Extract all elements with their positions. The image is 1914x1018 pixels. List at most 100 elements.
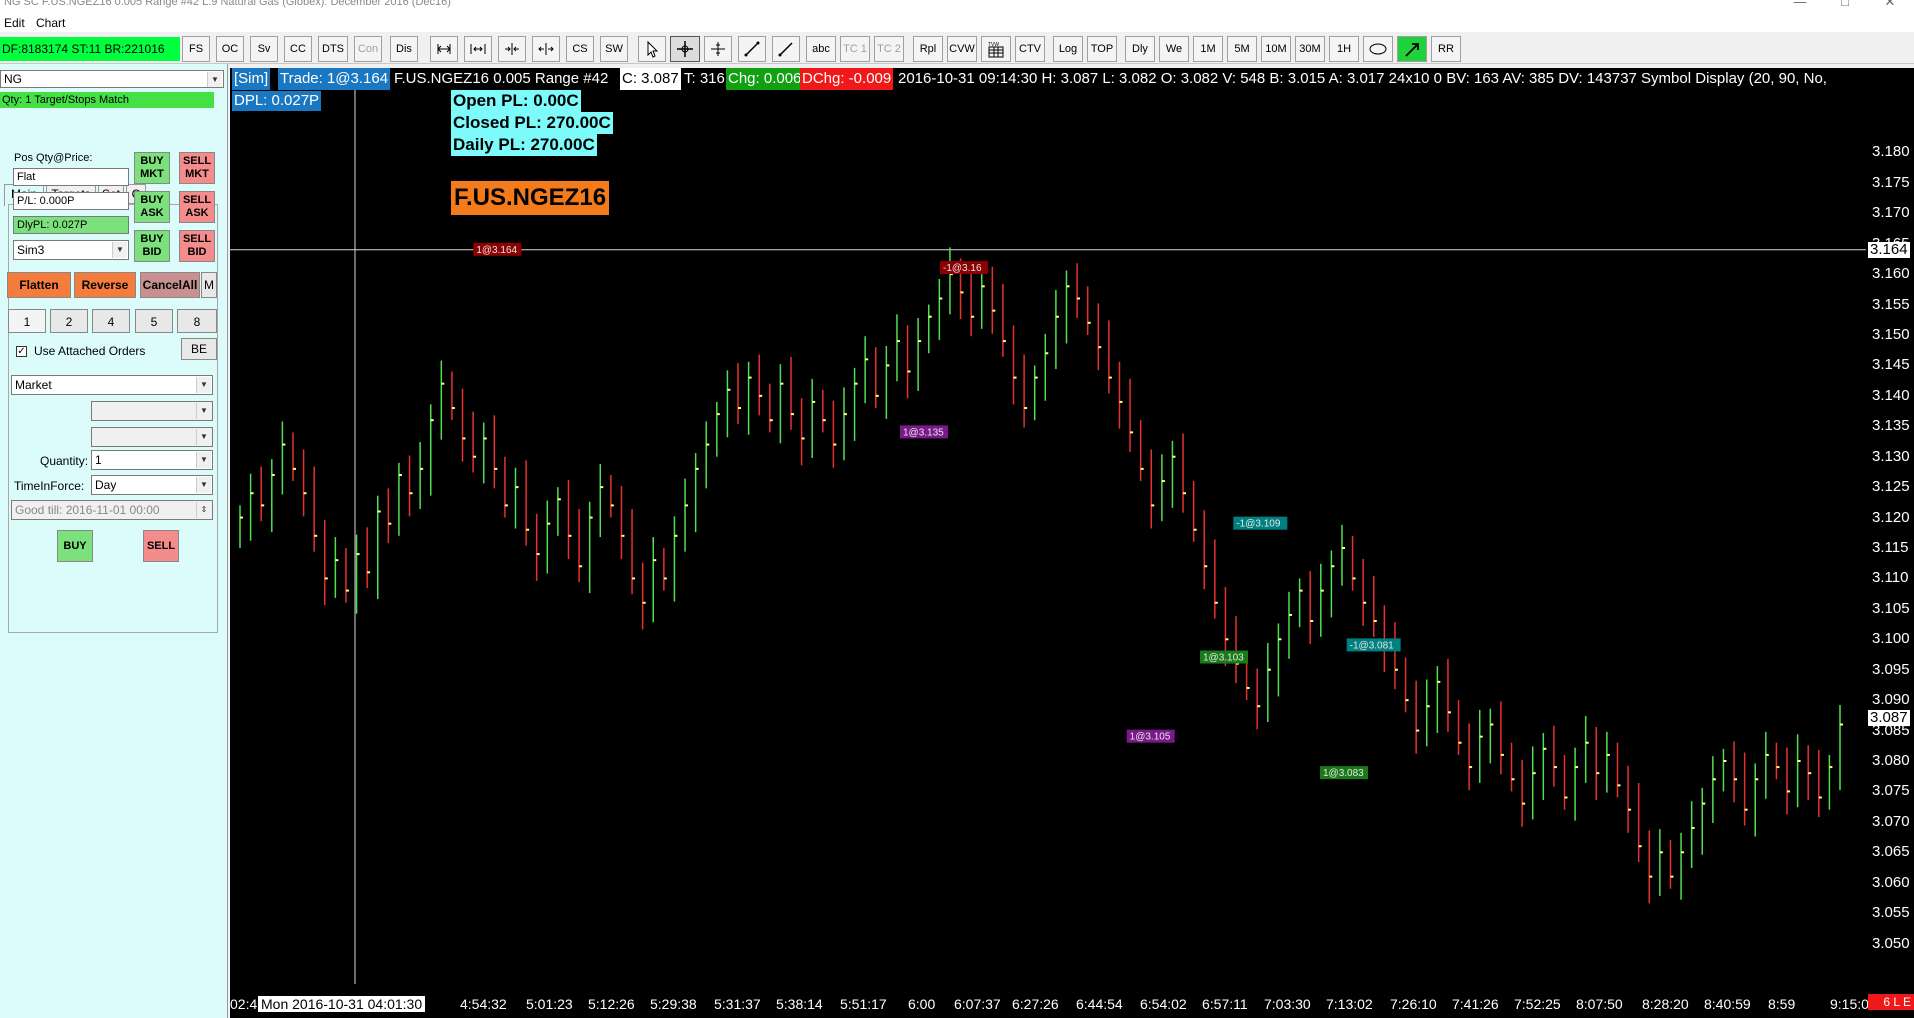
time-tick-label: 8:28:20 [1642,996,1689,1012]
toolbar-cvw-button[interactable]: CVW [947,36,977,62]
cross-button[interactable] [704,36,732,62]
spinner-icon: ⇕ [196,502,211,518]
toolbar-fs-button[interactable]: FS [182,36,210,62]
price-tick-label: 3.095 [1872,660,1910,678]
maximize-icon[interactable]: □ [1835,0,1855,10]
quantity-input[interactable]: 1 ▼ [91,450,213,470]
cancel-all-button[interactable]: CancelAll [140,272,200,298]
toolbar-we-button[interactable]: We [1159,36,1189,62]
crosshair-icon [677,41,693,57]
time-tick-label: 5:31:37 [714,996,761,1012]
toolbar-ctv-button[interactable]: CTV [1015,36,1045,62]
daily-pl-field: DlyPL: 0.027P [13,216,129,234]
reverse-button[interactable]: Reverse [74,272,136,298]
fit-width-button[interactable] [464,36,492,62]
chevron-down-icon[interactable]: ▼ [196,377,211,393]
toolbar-1h-button[interactable]: 1H [1329,36,1359,62]
fit-width-icon [470,44,486,54]
pos-qty-label: Pos Qty@Price: [14,152,93,164]
table-button[interactable]: TVW [981,36,1011,62]
be-button[interactable]: BE [181,338,217,360]
time-tick-label: 7:13:02 [1326,996,1373,1012]
chevron-down-icon[interactable]: ▼ [112,242,127,258]
ellipse-button[interactable] [1363,36,1393,62]
toolbar-log-button[interactable]: Log [1053,36,1083,62]
toolbar-30m-button[interactable]: 30M [1295,36,1325,62]
chevron-down-icon[interactable]: ▼ [196,477,211,493]
toolbar-abc-button[interactable]: abc [806,36,836,62]
zoom-width-button[interactable] [430,36,458,62]
toolbar-tc-2-button[interactable]: TC 2 [874,36,904,62]
menu-edit[interactable]: Edit [0,16,29,30]
toolbar-top-button[interactable]: TOP [1087,36,1117,62]
symbol-select[interactable]: NG ▼ [0,70,224,88]
minimize-icon[interactable]: — [1790,0,1810,10]
ray-tool-button[interactable] [772,36,800,62]
toolbar-oc-button[interactable]: OC [216,36,244,62]
close-icon[interactable]: ✕ [1880,0,1900,10]
line-tool-button[interactable] [738,36,766,62]
price-tick-label: 3.060 [1872,873,1910,891]
target-match-status: Qty: 1 Target/Stops Match [0,92,214,108]
zoom-width-icon [437,44,451,54]
price-tick-label: 3.115 [1872,539,1909,556]
qty-1-button[interactable]: 1 [8,309,46,333]
toolbar-dly-button[interactable]: Dly [1125,36,1155,62]
symbol-display-label: F.US.NGEZ16 [451,181,610,215]
qty-8-button[interactable]: 8 [177,309,217,333]
qty-2-button[interactable]: 2 [50,309,88,333]
toolbar-dts-button[interactable]: DTS [318,36,348,62]
toolbar-rpl-button[interactable]: Rpl [913,36,943,62]
m-button[interactable]: M [201,272,217,298]
time-tick-label: 5:12:26 [588,996,635,1012]
chevron-down-icon[interactable]: ▼ [207,72,222,87]
chevron-down-icon[interactable]: ▼ [196,452,211,468]
time-axis[interactable]: 02:4 Mon 2016-10-31 04:01:30 4:54:32 5:01:2… [230,984,1914,1018]
toolbar-sw-button[interactable]: SW [600,36,628,62]
expand-bars-button[interactable] [532,36,560,62]
change-label: Chg: 0.006 [726,68,804,90]
time-tick-label: 6:44:54 [1076,996,1123,1012]
daily-change-label: DChg: -0.009 [800,68,894,90]
toolbar-10m-button[interactable]: 10M [1261,36,1291,62]
toolbar-5m-button[interactable]: 5M [1227,36,1257,62]
sell-button[interactable]: SELL [143,530,179,562]
toolbar-1m-button[interactable]: 1M [1193,36,1223,62]
header-details: 2016-10-31 09:14:30 H: 3.087 L: 3.082 O:… [898,70,1827,87]
buy-bid-button[interactable]: BUY BID [134,230,170,262]
use-attached-checkbox[interactable]: ✓ [16,346,27,357]
ray-tool-icon [778,42,793,57]
trade-marker-label: 1@3.105 [1130,732,1171,743]
buy-ask-button[interactable]: BUY ASK [134,191,170,223]
chevron-down-icon: ▼ [196,429,211,445]
qty-4-button[interactable]: 4 [92,309,130,333]
toolbar-rr-button[interactable]: RR [1431,36,1461,62]
qty-5-button[interactable]: 5 [135,309,173,333]
sell-market-button[interactable]: SELL MKT [179,152,215,184]
toolbar-con-button[interactable]: Con [354,36,382,62]
buy-market-button[interactable]: BUY MKT [134,152,170,184]
price-tick-label: 3.155 [1872,295,1910,313]
order-type-select[interactable]: Market ▼ [11,375,213,395]
time-tick-label: 4:54:32 [460,996,507,1012]
pointer-button[interactable] [638,36,666,62]
toolbar-sv-button[interactable]: Sv [250,36,278,62]
sell-ask-button[interactable]: SELL ASK [179,191,215,223]
position-field: Flat [13,168,129,186]
arrow-button[interactable] [1397,36,1427,62]
account-select[interactable]: Sim3 ▼ [13,240,129,260]
toolbar-cs-button[interactable]: CS [566,36,594,62]
price-axis[interactable]: 3.1803.1753.1703.1653.1603.1553.1503.145… [1866,68,1914,984]
time-in-force-select[interactable]: Day ▼ [91,475,213,495]
toolbar-tc-1-button[interactable]: TC 1 [840,36,870,62]
pl-field: P/L: 0.000P [13,192,129,210]
dpl-label: DPL: 0.027P [232,91,322,111]
sell-bid-button[interactable]: SELL BID [179,230,215,262]
toolbar-cc-button[interactable]: CC [284,36,312,62]
buy-button[interactable]: BUY [57,530,93,562]
menu-chart[interactable]: Chart [32,16,69,30]
toolbar-dis-button[interactable]: Dis [390,36,418,62]
shrink-bars-button[interactable] [498,36,526,62]
flatten-button[interactable]: Flatten [7,272,71,298]
crosshair-button[interactable] [670,36,700,62]
